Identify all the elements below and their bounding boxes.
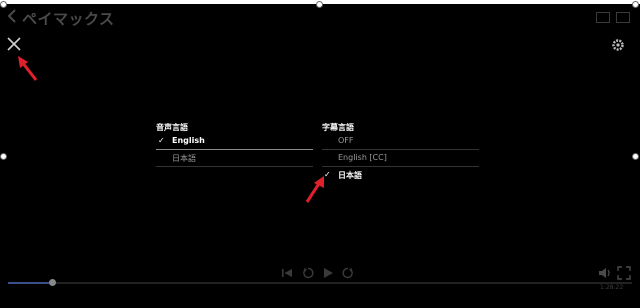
volume-icon[interactable] [598,266,612,280]
skip-back-icon[interactable] [280,266,294,280]
audio-option-japanese[interactable]: 日本語 [156,150,313,167]
audio-language-heading: 音声言語 [156,123,188,132]
progress-bar[interactable] [8,279,632,286]
pip-icon[interactable] [616,12,630,23]
play-icon[interactable] [321,266,335,280]
selection-handle [0,1,7,8]
annotation-arrow-close [18,56,38,81]
selection-handle [632,1,639,8]
gear-icon[interactable] [611,38,625,52]
selection-handle [0,153,7,160]
subtitle-option-japanese[interactable]: ✓ 日本語 [322,167,479,183]
subtitle-option-english-cc[interactable]: English [CC] [322,150,479,167]
cast-icon[interactable] [596,12,610,23]
selection-handle [316,1,323,8]
page-title: ペイマックス [22,10,115,28]
video-player: ペイマックス 音声言語 ✓ English 日本語 字幕言語 OFF Engli… [0,4,640,308]
progress-handle[interactable] [48,279,56,286]
subtitle-language-heading: 字幕言語 [322,123,354,132]
back-icon[interactable] [6,8,18,24]
progress-fill [8,282,52,284]
selection-handle [632,153,639,160]
check-icon: ✓ [158,136,165,145]
time-remaining: 1:28:22 [600,284,624,291]
close-icon[interactable] [6,36,22,52]
subtitle-option-off[interactable]: OFF [322,133,479,150]
annotation-arrow-subtitle [305,176,324,203]
forward-icon[interactable] [341,266,355,280]
fullscreen-icon[interactable] [617,266,631,280]
audio-option-english[interactable]: ✓ English [156,133,313,150]
rewind-icon[interactable] [301,266,315,280]
